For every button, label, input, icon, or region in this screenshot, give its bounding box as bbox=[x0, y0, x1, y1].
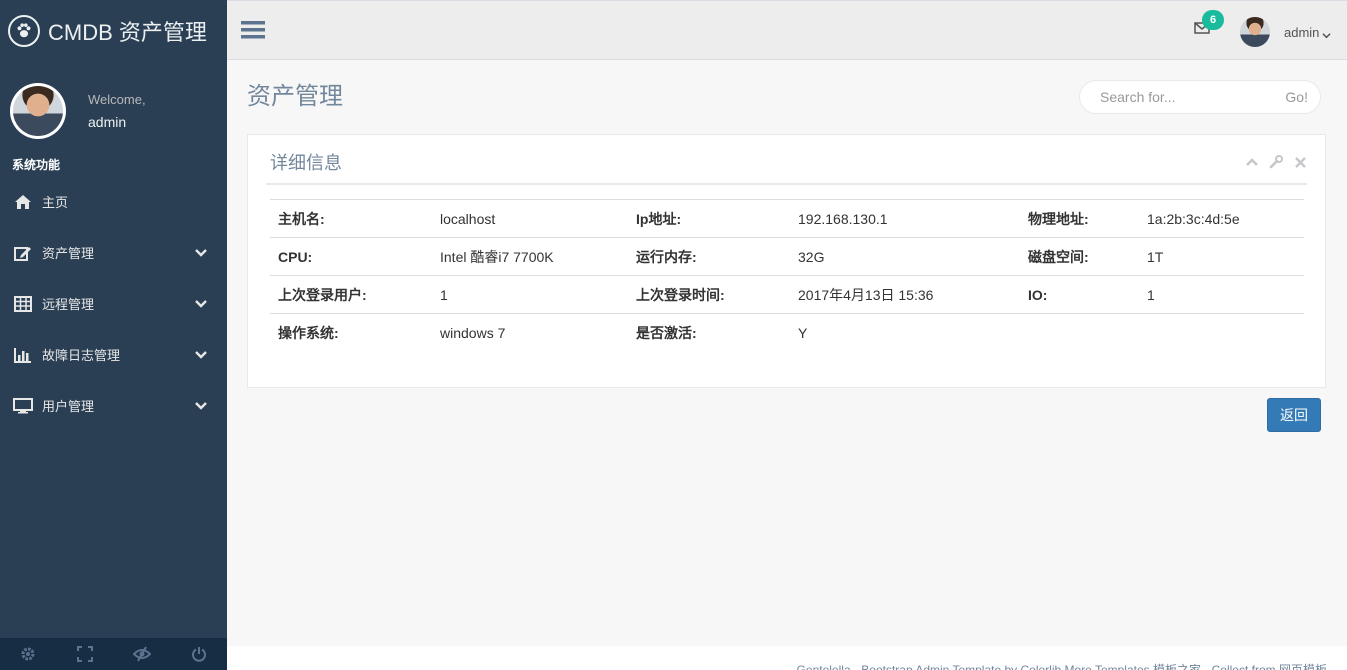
profile-username: admin bbox=[88, 114, 127, 130]
brand[interactable]: CMDB 资产管理 bbox=[0, 0, 227, 62]
brand-title: CMDB 资产管理 bbox=[48, 19, 207, 45]
panel-title: 详细信息 bbox=[270, 153, 342, 173]
power-icon[interactable] bbox=[170, 638, 227, 670]
detail-value bbox=[1139, 313, 1304, 352]
fullscreen-icon[interactable] bbox=[57, 638, 114, 670]
detail-key: 物理地址: bbox=[1020, 199, 1139, 238]
top-nav: 6 admin bbox=[227, 0, 1347, 60]
sidebar-item-label: 故障日志管理 bbox=[42, 349, 121, 364]
footer: Gentelella - Bootstrap Admin Template by… bbox=[227, 646, 1347, 670]
detail-value: 1 bbox=[1139, 275, 1304, 314]
detail-key: IO: bbox=[1020, 275, 1139, 314]
detail-panel: 详细信息 主机名: localhost Ip地址: 192.168.130.1 … bbox=[247, 134, 1326, 388]
detail-value: 1T bbox=[1139, 237, 1304, 276]
detail-value: 32G bbox=[790, 237, 1020, 276]
sidebar-item-label: 远程管理 bbox=[42, 298, 95, 313]
avatar bbox=[10, 83, 66, 139]
search-input[interactable] bbox=[1080, 89, 1286, 105]
detail-value: 1a:2b:3c:4d:5e bbox=[1139, 199, 1304, 238]
chevron-down-icon bbox=[195, 298, 207, 310]
back-button[interactable]: 返回 bbox=[1267, 398, 1321, 432]
edit-icon bbox=[12, 244, 34, 262]
sidebar-item-home[interactable]: 主页 bbox=[0, 176, 227, 227]
user-menu[interactable]: admin bbox=[1240, 17, 1332, 47]
detail-value: localhost bbox=[432, 199, 628, 238]
sidebar-item-label: 用户管理 bbox=[42, 400, 95, 415]
chevron-down-icon bbox=[195, 247, 207, 259]
desktop-icon bbox=[12, 397, 34, 415]
footer-text: Gentelella - Bootstrap Admin Template by… bbox=[796, 663, 1327, 670]
table-icon bbox=[12, 295, 34, 313]
avatar bbox=[1240, 17, 1270, 47]
detail-key: 操作系统: bbox=[270, 313, 432, 352]
table-row: 操作系统: windows 7 是否激活: Y bbox=[270, 313, 1304, 352]
detail-key: 是否激活: bbox=[628, 313, 790, 352]
detail-value: 2017年4月13日 15:36 bbox=[790, 275, 1020, 314]
chevron-down-icon bbox=[195, 400, 207, 412]
page-title: 资产管理 bbox=[247, 83, 343, 110]
settings-icon[interactable] bbox=[0, 638, 57, 670]
notification-badge: 6 bbox=[1202, 10, 1224, 30]
detail-key: 主机名: bbox=[270, 199, 432, 238]
menu-toggle-icon[interactable] bbox=[241, 19, 265, 41]
panel-tools bbox=[1245, 155, 1307, 169]
detail-key bbox=[1020, 313, 1139, 352]
welcome-text: Welcome, bbox=[88, 92, 146, 107]
table-row: 上次登录用户: 1 上次登录时间: 2017年4月13日 15:36 IO: 1 bbox=[270, 275, 1304, 314]
divider bbox=[266, 183, 1307, 185]
chevron-up-icon[interactable] bbox=[1245, 155, 1259, 169]
sidebar: CMDB 资产管理 Welcome, admin 系统功能 主页 资产管理 远程… bbox=[0, 0, 227, 670]
detail-value: 1 bbox=[432, 275, 628, 314]
search-box: Go! bbox=[1079, 80, 1321, 114]
profile: Welcome, admin bbox=[0, 62, 227, 144]
chevron-down-icon bbox=[1322, 28, 1332, 38]
detail-value: windows 7 bbox=[432, 313, 628, 352]
wrench-icon[interactable] bbox=[1269, 155, 1283, 169]
sidebar-item-asset[interactable]: 资产管理 bbox=[0, 227, 227, 278]
bar-chart-icon bbox=[12, 346, 34, 364]
detail-key: 上次登录时间: bbox=[628, 275, 790, 314]
table-row: 主机名: localhost Ip地址: 192.168.130.1 物理地址:… bbox=[270, 199, 1304, 238]
close-icon[interactable] bbox=[1293, 155, 1307, 169]
detail-table: 主机名: localhost Ip地址: 192.168.130.1 物理地址:… bbox=[270, 199, 1304, 352]
detail-value: Intel 酷睿i7 7700K bbox=[432, 237, 628, 276]
detail-value: Y bbox=[790, 313, 1020, 352]
detail-key: CPU: bbox=[270, 237, 432, 276]
chevron-down-icon bbox=[195, 349, 207, 361]
search-go-button[interactable]: Go! bbox=[1285, 89, 1320, 105]
sidebar-item-fault-log[interactable]: 故障日志管理 bbox=[0, 329, 227, 380]
detail-key: 磁盘空间: bbox=[1020, 237, 1139, 276]
sidebar-footer bbox=[0, 638, 227, 670]
eye-slash-icon[interactable] bbox=[114, 638, 171, 670]
detail-key: 上次登录用户: bbox=[270, 275, 432, 314]
sidebar-item-users[interactable]: 用户管理 bbox=[0, 380, 227, 431]
detail-key: Ip地址: bbox=[628, 199, 790, 238]
table-row: CPU: Intel 酷睿i7 7700K 运行内存: 32G 磁盘空间: 1T bbox=[270, 237, 1304, 276]
detail-value: 192.168.130.1 bbox=[790, 199, 1020, 238]
home-icon bbox=[12, 193, 34, 211]
sidebar-item-label: 资产管理 bbox=[42, 247, 95, 262]
sidebar-item-label: 主页 bbox=[42, 196, 69, 211]
paw-icon bbox=[8, 14, 40, 47]
menu-section-title: 系统功能 bbox=[12, 158, 61, 172]
sidebar-item-remote[interactable]: 远程管理 bbox=[0, 278, 227, 329]
user-name: admin bbox=[1284, 24, 1320, 40]
detail-key: 运行内存: bbox=[628, 237, 790, 276]
